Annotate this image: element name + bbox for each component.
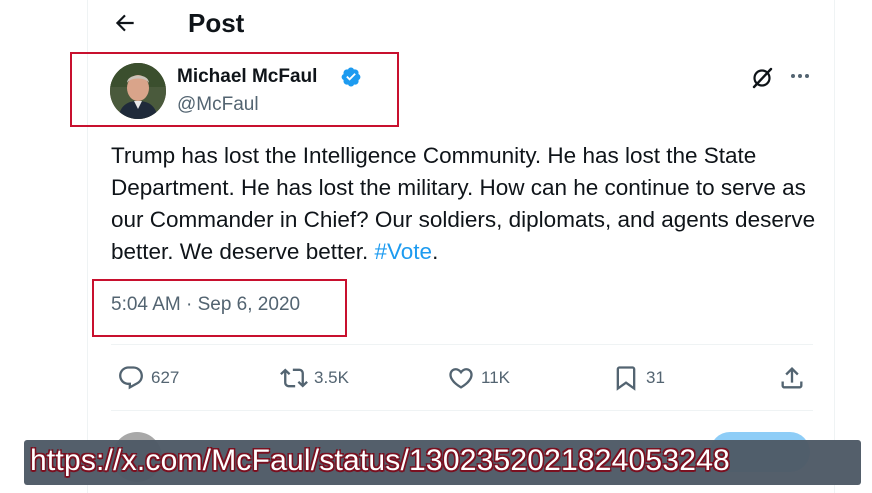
- share-button[interactable]: [778, 363, 806, 393]
- like-count: 11K: [481, 368, 510, 387]
- repost-count: 3.5K: [314, 368, 349, 387]
- reply-button[interactable]: 627: [117, 363, 179, 393]
- share-icon: [781, 367, 803, 389]
- tweet-text-end: .: [432, 239, 439, 264]
- repost-button[interactable]: 3.5K: [280, 363, 349, 393]
- reply-icon: [119, 366, 143, 390]
- back-arrow-icon[interactable]: [112, 10, 138, 36]
- more-icon[interactable]: [789, 64, 811, 88]
- reply-count: 627: [151, 368, 180, 387]
- verified-badge-icon: [340, 66, 362, 88]
- bookmark-button[interactable]: 31: [612, 363, 665, 393]
- tweet-text: Trump has lost the Intelligence Communit…: [111, 140, 821, 268]
- author-name[interactable]: Michael McFaul: [177, 66, 317, 88]
- post-url: https://x.com/McFaul/status/130235202182…: [30, 444, 730, 477]
- grok-icon[interactable]: [750, 66, 774, 90]
- repost-icon: [280, 368, 308, 388]
- bookmark-count: 31: [646, 368, 665, 387]
- bookmark-icon: [616, 366, 636, 391]
- divider: [111, 344, 813, 345]
- page-title: Post: [188, 8, 245, 38]
- like-button[interactable]: 11K: [447, 363, 510, 393]
- divider: [111, 410, 813, 411]
- avatar[interactable]: [110, 63, 166, 119]
- author-handle[interactable]: @McFaul: [177, 94, 259, 116]
- tweet-body: Trump has lost the Intelligence Communit…: [111, 143, 816, 264]
- hashtag-link[interactable]: #Vote: [375, 239, 433, 264]
- like-icon: [449, 368, 473, 389]
- timestamp[interactable]: 5:04 AM · Sep 6, 2020: [111, 294, 300, 316]
